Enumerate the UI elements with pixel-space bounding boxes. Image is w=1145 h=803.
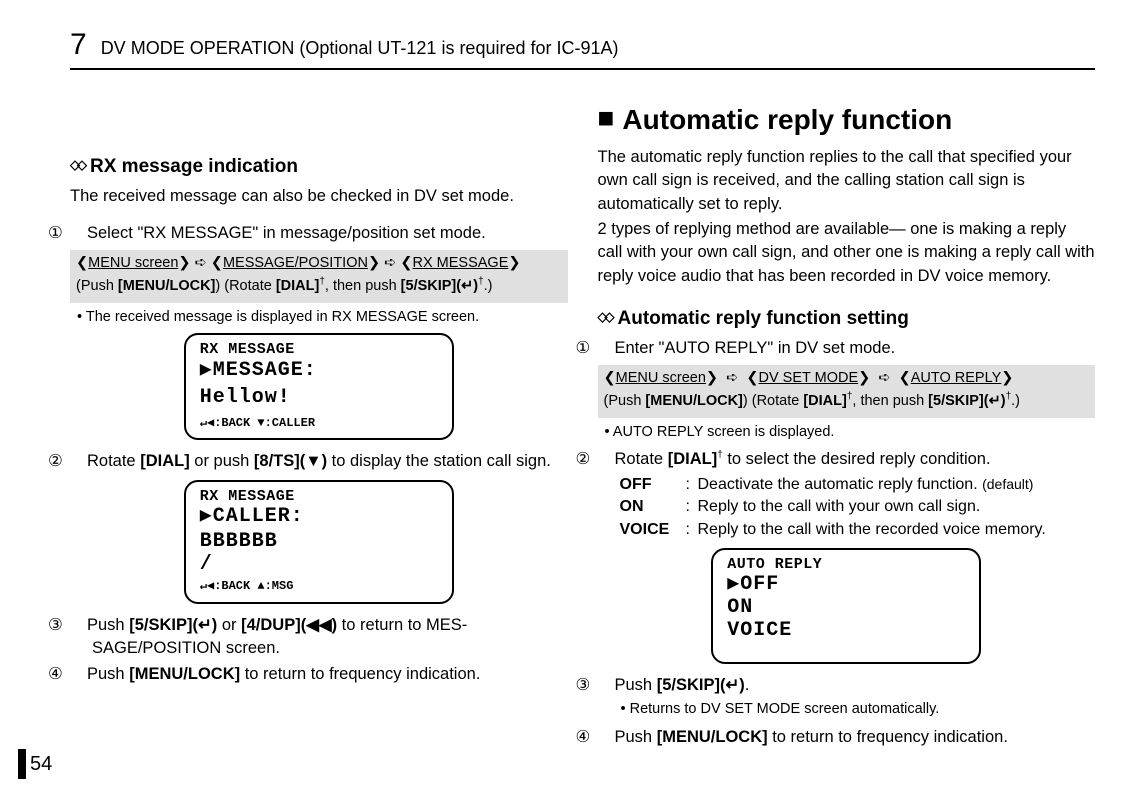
page-number-bar-icon	[18, 749, 26, 779]
step-text: Select "RX MESSAGE" in message/position …	[87, 224, 486, 242]
bullet-note: • AUTO REPLY screen is displayed.	[612, 422, 1096, 443]
menu-path-line1: ❮MENU screen❯ ➪ ❮DV SET MODE❯ ➪ ❮AUTO RE…	[604, 369, 1090, 389]
step-number-icon: ③	[70, 614, 87, 637]
lcd-line: ▶MESSAGE:	[200, 359, 438, 382]
page-number: 54	[28, 753, 54, 776]
bullet-note: • Returns to DV SET MODE screen automati…	[628, 699, 1096, 720]
manual-page: 7 DV MODE OPERATION (Optional UT-121 is …	[0, 0, 1145, 803]
section-heading-large: ■ Automatic reply function	[598, 100, 1096, 140]
left-column: ◇◇ RX message indication The received me…	[70, 100, 568, 749]
step-number-icon: ①	[598, 337, 615, 360]
bullet-note: • The received message is displayed in R…	[84, 307, 568, 328]
lcd-line: ↵◀:BACK ▲:MSG	[200, 580, 438, 594]
menu-path-box: ❮MENU screen❯ ➪ ❮MESSAGE/POSITION❯ ➪ ❮RX…	[70, 250, 568, 303]
divider	[70, 68, 1095, 70]
lcd-line: ▶CALLER:	[200, 505, 438, 528]
definition-row: OFF : Deactivate the automatic reply fun…	[620, 474, 1096, 497]
lcd-line: ↵◀:BACK ▼:CALLER	[200, 417, 438, 431]
section-heading: ◇◇ Automatic reply function setting	[598, 306, 1096, 333]
step-number-icon: ④	[70, 663, 87, 686]
paragraph: 2 types of replying method are available…	[598, 218, 1096, 288]
step-number-icon: ②	[598, 448, 615, 471]
step-number-icon: ②	[70, 450, 87, 473]
definition-row: VOICE : Reply to the call with the recor…	[620, 519, 1096, 542]
section-title: RX message indication	[90, 154, 298, 181]
step-line: ②Rotate [DIAL] or push [8/TS](▼) to disp…	[70, 450, 568, 473]
lcd-screenshot: RX MESSAGE ▶MESSAGE: Hellow! ↵◀:BACK ▼:C…	[184, 333, 454, 440]
square-icon: ■	[598, 98, 615, 138]
lcd-line: RX MESSAGE	[200, 341, 438, 358]
lcd-line: /	[200, 553, 438, 576]
step-line: ①Select "RX MESSAGE" in message/position…	[70, 222, 568, 245]
definition-row: ON : Reply to the call with your own cal…	[620, 496, 1096, 519]
lcd-line: BBBBBB	[200, 530, 438, 553]
chapter-title: DV MODE OPERATION (Optional UT-121 is re…	[101, 38, 619, 59]
lcd-line: VOICE	[727, 619, 965, 642]
definition-value: Reply to the call with your own call sig…	[698, 496, 1096, 519]
step-line: ④Push [MENU/LOCK] to return to frequency…	[70, 663, 568, 686]
definition-value: Deactivate the automatic reply function.…	[698, 474, 1096, 497]
paragraph: The automatic reply function replies to …	[598, 146, 1096, 216]
right-column: ■ Automatic reply function The automatic…	[598, 100, 1096, 749]
lcd-line: ▶OFF	[727, 573, 965, 596]
definition-key: OFF	[620, 474, 686, 497]
lcd-line: AUTO REPLY	[727, 556, 965, 573]
section-heading: ◇◇ RX message indication	[70, 154, 568, 181]
definition-key: VOICE	[620, 519, 686, 542]
step-line: ②Rotate [DIAL]† to select the desired re…	[598, 448, 1096, 471]
lcd-line: Hellow!	[200, 386, 438, 409]
diamond-icon: ◇◇	[598, 308, 612, 335]
step-line: ①Enter "AUTO REPLY" in DV set mode.	[598, 337, 1096, 360]
definition-key: ON	[620, 496, 686, 519]
step-line: ③Push [5/SKIP](↵) or [4/DUP](◀◀) to retu…	[70, 614, 568, 661]
page-number-box: 54	[18, 749, 54, 779]
chapter-bar: 7 DV MODE OPERATION (Optional UT-121 is …	[70, 28, 1095, 62]
menu-path-line2: (Push [MENU/LOCK]) (Rotate [DIAL]†, then…	[604, 390, 1090, 411]
menu-path-line1: ❮MENU screen❯ ➪ ❮MESSAGE/POSITION❯ ➪ ❮RX…	[76, 254, 562, 274]
step-line: ③Push [5/SKIP](↵).	[598, 674, 1096, 697]
section-lead: The received message can also be checked…	[70, 185, 568, 208]
section-title: Automatic reply function setting	[618, 306, 909, 333]
menu-path-line2: (Push [MENU/LOCK]) (Rotate [DIAL]†, then…	[76, 275, 562, 296]
step-number-icon: ④	[598, 726, 615, 749]
lcd-line: RX MESSAGE	[200, 488, 438, 505]
menu-path-box: ❮MENU screen❯ ➪ ❮DV SET MODE❯ ➪ ❮AUTO RE…	[598, 365, 1096, 418]
step-line: ④Push [MENU/LOCK] to return to frequency…	[598, 726, 1096, 749]
diamond-icon: ◇◇	[70, 156, 84, 183]
lcd-screenshot: RX MESSAGE ▶CALLER: BBBBBB / ↵◀:BACK ▲:M…	[184, 480, 454, 604]
columns: ◇◇ RX message indication The received me…	[70, 100, 1095, 749]
step-number-icon: ③	[598, 674, 615, 697]
chapter-number: 7	[70, 28, 87, 62]
section-title: Automatic reply function	[622, 100, 952, 140]
lcd-screenshot: AUTO REPLY ▶OFF ON VOICE	[711, 548, 981, 664]
lcd-line: ON	[727, 596, 965, 619]
step-number-icon: ①	[70, 222, 87, 245]
definition-value: Reply to the call with the recorded voic…	[698, 519, 1096, 542]
definition-list: OFF : Deactivate the automatic reply fun…	[620, 474, 1096, 542]
